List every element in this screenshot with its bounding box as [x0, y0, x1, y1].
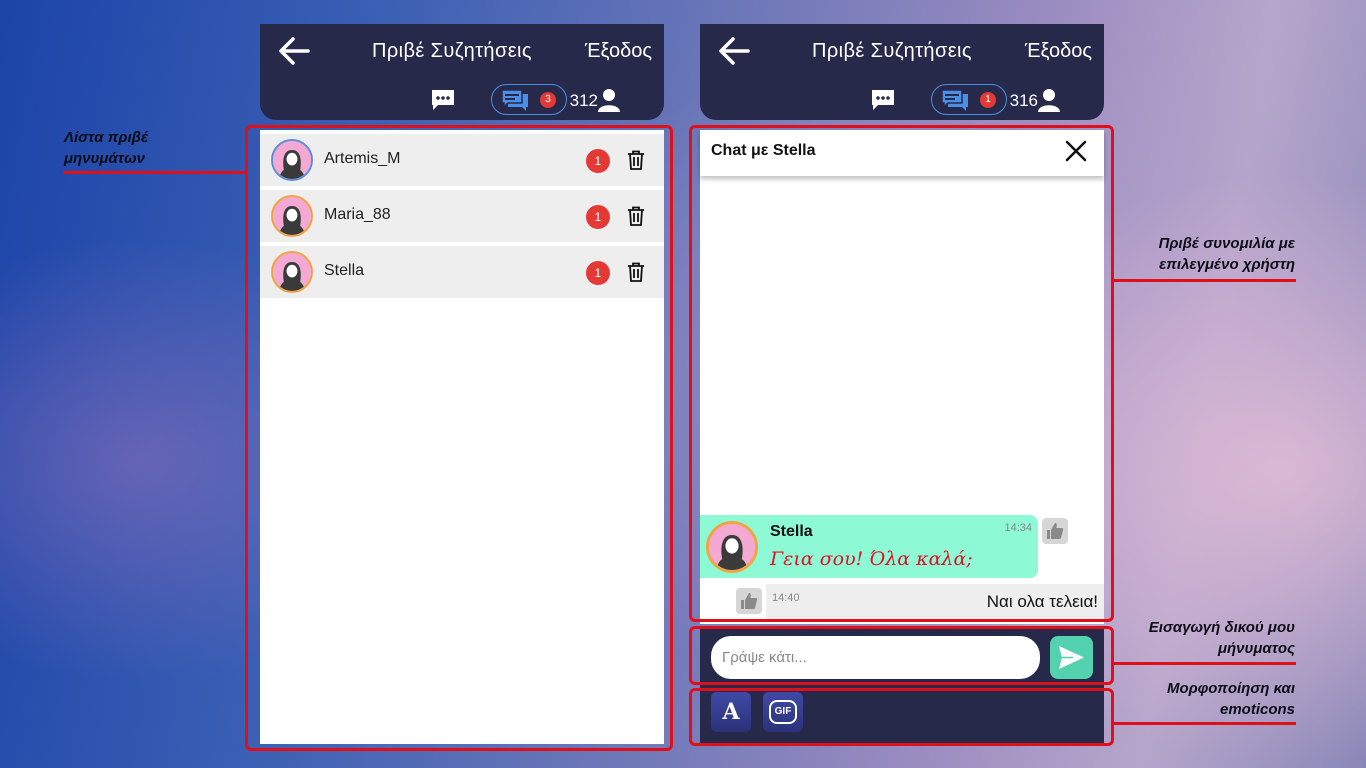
back-arrow-icon[interactable]	[278, 36, 310, 66]
callout-private-chat: Πριβέ συνομιλία με επιλεγμένο χρήστη	[1158, 235, 1295, 273]
highlight-message-input	[689, 626, 1114, 685]
exit-link[interactable]: Έξοδος	[585, 40, 652, 63]
highlight-private-chat	[689, 125, 1114, 622]
exit-link[interactable]: Έξοδος	[1025, 40, 1092, 63]
callout-line	[63, 171, 245, 174]
highlight-formatting	[689, 688, 1114, 746]
chat-icon[interactable]	[870, 88, 896, 112]
callout-message-input: Εισαγωγή δικού μου μήνυματος	[1148, 619, 1295, 657]
top-bar: Πριβέ Συζητήσεις Έξοδος 3 312	[260, 24, 664, 120]
page-title: Πριβέ Συζητήσεις	[812, 40, 972, 62]
back-arrow-icon[interactable]	[718, 36, 750, 66]
pm-count-badge: 1	[980, 92, 996, 108]
private-messages-icon	[941, 89, 968, 111]
callout-formatting: Μορφοποίηση και emoticons	[1166, 680, 1295, 718]
callout-line	[1114, 722, 1296, 725]
user-icon[interactable]	[1038, 88, 1060, 112]
online-user-count: 316	[1009, 91, 1038, 110]
top-bar: Πριβέ Συζητήσεις Έξοδος 1 316	[700, 24, 1104, 120]
callout-private-list: Λίστα πριβέ μηνυμάτων	[64, 129, 149, 167]
pm-count-badge: 3	[540, 92, 556, 108]
page-title: Πριβέ Συζητήσεις	[372, 40, 532, 62]
callout-line	[1114, 662, 1296, 665]
online-user-count: 312	[569, 91, 598, 110]
user-icon[interactable]	[598, 88, 620, 112]
highlight-private-list	[245, 125, 673, 751]
chat-icon[interactable]	[430, 88, 456, 112]
private-messages-icon	[501, 89, 528, 111]
private-messages-button[interactable]: 1	[931, 84, 1007, 115]
private-messages-button[interactable]: 3	[491, 84, 567, 115]
callout-line	[1114, 279, 1296, 282]
